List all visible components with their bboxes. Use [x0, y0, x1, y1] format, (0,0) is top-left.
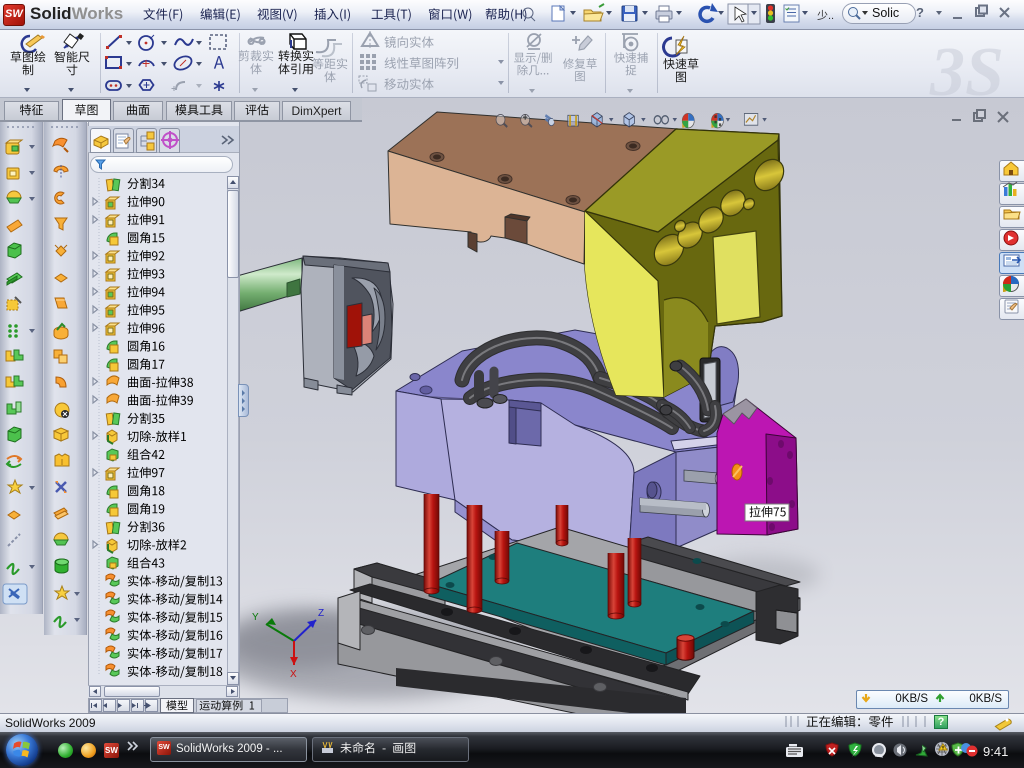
svg-text:Y: Y: [252, 612, 259, 623]
svg-text:X: X: [290, 669, 297, 680]
svg-text:Z: Z: [318, 608, 324, 619]
